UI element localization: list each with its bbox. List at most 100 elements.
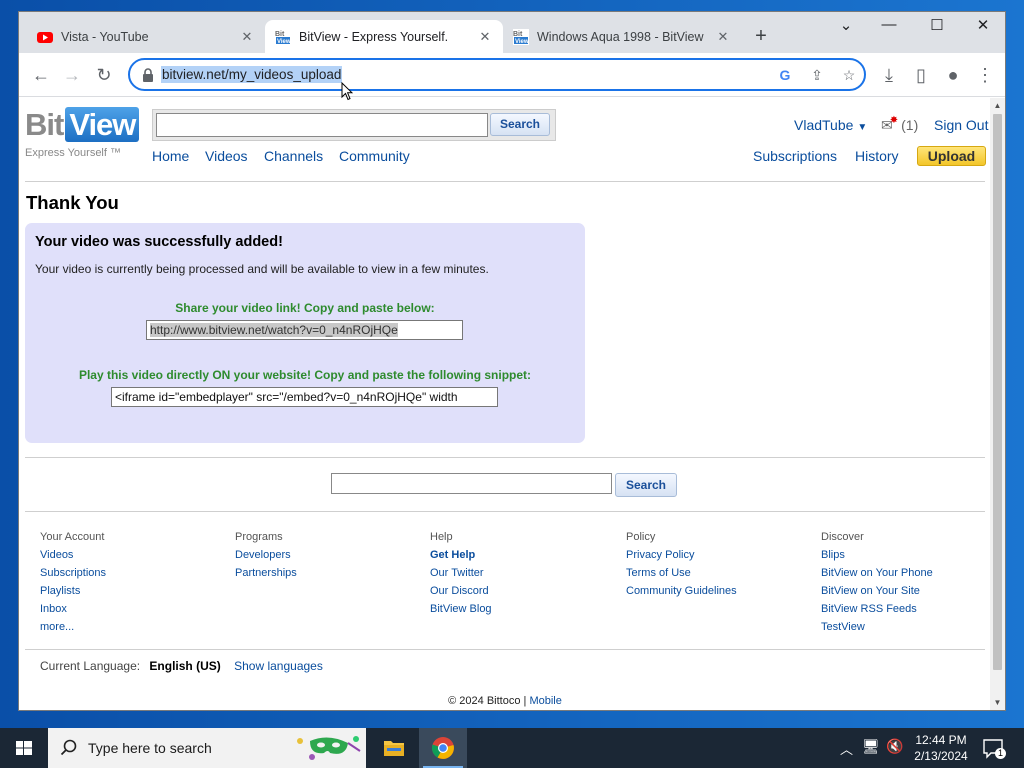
footer-link[interactable]: Community Guidelines (626, 582, 737, 600)
url-text[interactable]: bitview.net/my_videos_upload (161, 66, 343, 83)
footer-link[interactable]: Subscriptions (40, 564, 106, 582)
profile-icon[interactable]: ● (941, 63, 965, 87)
footer-search-button[interactable]: Search (615, 473, 677, 497)
footer-heading: Discover (821, 531, 864, 543)
footer-link[interactable]: Inbox (40, 600, 106, 618)
tab-title: BitView - Express Yourself. (299, 29, 449, 44)
nav-community[interactable]: Community (339, 148, 410, 164)
footer-link[interactable]: Videos (40, 546, 106, 564)
close-icon[interactable]: ✕ (715, 29, 731, 45)
share-icon[interactable]: ⇪ (808, 67, 826, 85)
address-bar[interactable]: bitview.net/my_videos_upload G ⇪ ☆ (128, 58, 866, 91)
mobile-link[interactable]: Mobile (529, 695, 561, 707)
footer-link[interactable]: Blips (821, 546, 933, 564)
footer-link[interactable]: Playlists (40, 582, 106, 600)
share-link-field[interactable]: http://www.bitview.net/watch?v=0_n4nROjH… (146, 320, 463, 340)
language-label: Current Language: (40, 659, 141, 673)
inbox-link[interactable]: ✉✸ (1) (881, 115, 918, 134)
tab-search-icon[interactable]: ⌄ (826, 16, 866, 34)
bitview-logo[interactable]: Bit View Express Yourself ™ (25, 107, 140, 159)
footer-link[interactable]: Developers (235, 546, 297, 564)
success-heading: Your video was successfully added! (35, 234, 283, 250)
tab-bitview[interactable]: Bit View BitView - Express Yourself. ✕ (265, 20, 503, 53)
mardi-gras-mask-icon (297, 736, 361, 760)
footer-heading: Programs (235, 531, 283, 543)
taskbar-search[interactable]: Type here to search (48, 728, 366, 768)
mouse-cursor-icon (341, 82, 353, 101)
nav-videos[interactable]: Videos (205, 148, 248, 164)
success-panel: Your video was successfully added! Your … (25, 223, 585, 443)
show-hidden-icons[interactable]: ︿ (840, 739, 853, 758)
footer-link[interactable]: more... (40, 618, 106, 636)
menu-icon[interactable]: ⋮ (973, 63, 997, 87)
download-icon[interactable]: ⤓ (877, 63, 901, 87)
copyright-text: © 2024 Bittoco (448, 695, 521, 707)
reload-icon[interactable]: ↻ (92, 63, 116, 87)
new-tab-button[interactable]: + (749, 25, 773, 48)
folder-icon (384, 741, 404, 756)
maximize-icon[interactable]: ☐ (917, 16, 957, 34)
side-panel-icon[interactable]: ▯ (909, 63, 933, 87)
footer-link[interactable]: Our Discord (430, 582, 492, 600)
taskbar: Type here to search ︿ 🖥 🔇 12:44 PM 2/13/… (0, 728, 1024, 768)
clock-time: 12:44 PM (915, 733, 967, 747)
bookmark-star-icon[interactable]: ☆ (840, 67, 858, 85)
language-divider (25, 649, 985, 650)
minimize-icon[interactable]: — (869, 16, 909, 33)
network-icon[interactable]: 🖥 (862, 738, 880, 755)
footer-link[interactable]: Terms of Use (626, 564, 737, 582)
close-icon[interactable]: ✕ (477, 29, 493, 45)
close-window-icon[interactable]: ✕ (963, 16, 1003, 34)
footer-link[interactable]: Partnerships (235, 564, 297, 582)
notification-dot-icon: ✸ (889, 115, 899, 126)
scroll-up-icon[interactable]: ▲ (990, 101, 1005, 110)
tab-windows-aqua[interactable]: Bit View Windows Aqua 1998 - BitView ✕ (503, 20, 741, 53)
scrollbar-thumb[interactable] (993, 114, 1002, 670)
nav-channels[interactable]: Channels (264, 148, 323, 164)
embed-code-field[interactable]: <iframe id="embedplayer" src="/embed?v=0… (111, 387, 498, 407)
search-input[interactable] (156, 113, 488, 137)
footer-link[interactable]: BitView Blog (430, 600, 492, 618)
google-icon[interactable]: G (776, 67, 794, 85)
notifications-button[interactable]: 1 (982, 737, 1006, 759)
back-icon[interactable]: ← (29, 63, 53, 87)
taskbar-search-text: Type here to search (88, 740, 212, 756)
footer-link[interactable]: BitView on Your Phone (821, 564, 933, 582)
footer-col-discover: Discover Blips BitView on Your Phone Bit… (821, 528, 933, 636)
sign-out-link[interactable]: Sign Out (934, 117, 988, 133)
chrome-taskbar-button[interactable] (419, 728, 467, 768)
footer-divider (25, 511, 985, 512)
windows-start-icon[interactable] (0, 728, 48, 768)
search-button[interactable]: Search (490, 113, 550, 136)
scroll-down-icon[interactable]: ▼ (990, 698, 1005, 707)
footer-link[interactable]: BitView RSS Feeds (821, 600, 933, 618)
tagline: Express Yourself ™ (25, 147, 121, 159)
footer-link[interactable]: BitView on Your Site (821, 582, 933, 600)
show-languages-link[interactable]: Show languages (234, 659, 323, 673)
upload-button[interactable]: Upload (917, 146, 986, 166)
forward-icon[interactable]: → (60, 63, 84, 87)
system-clock[interactable]: 12:44 PM 2/13/2024 (906, 732, 976, 764)
nav-subscriptions[interactable]: Subscriptions (753, 148, 837, 164)
header-search: Search (152, 109, 556, 141)
close-icon[interactable]: ✕ (239, 29, 255, 45)
footer-link[interactable]: Get Help (430, 546, 492, 564)
embed-label: Play this video directly ON your website… (78, 368, 532, 382)
file-explorer-button[interactable] (370, 728, 418, 768)
footer-link[interactable]: Our Twitter (430, 564, 492, 582)
footer-search-input[interactable] (331, 473, 612, 494)
nav-home[interactable]: Home (152, 148, 189, 164)
page-scrollbar[interactable]: ▲ ▼ (990, 98, 1005, 710)
footer-col-account: Your Account Videos Subscriptions Playli… (40, 528, 106, 636)
footer-link[interactable]: Privacy Policy (626, 546, 737, 564)
bitview-icon: BitView (275, 28, 291, 45)
chevron-down-icon: ▼ (857, 122, 868, 133)
tab-youtube[interactable]: Vista - YouTube ✕ (27, 20, 265, 53)
footer-link[interactable]: TestView (821, 618, 933, 636)
current-language: English (US) (149, 659, 221, 673)
volume-muted-icon[interactable]: 🔇 (886, 738, 903, 755)
user-menu[interactable]: VladTube ▼ (794, 117, 867, 133)
page-title: Thank You (26, 192, 119, 213)
nav-history[interactable]: History (855, 148, 899, 164)
youtube-icon (37, 31, 53, 43)
